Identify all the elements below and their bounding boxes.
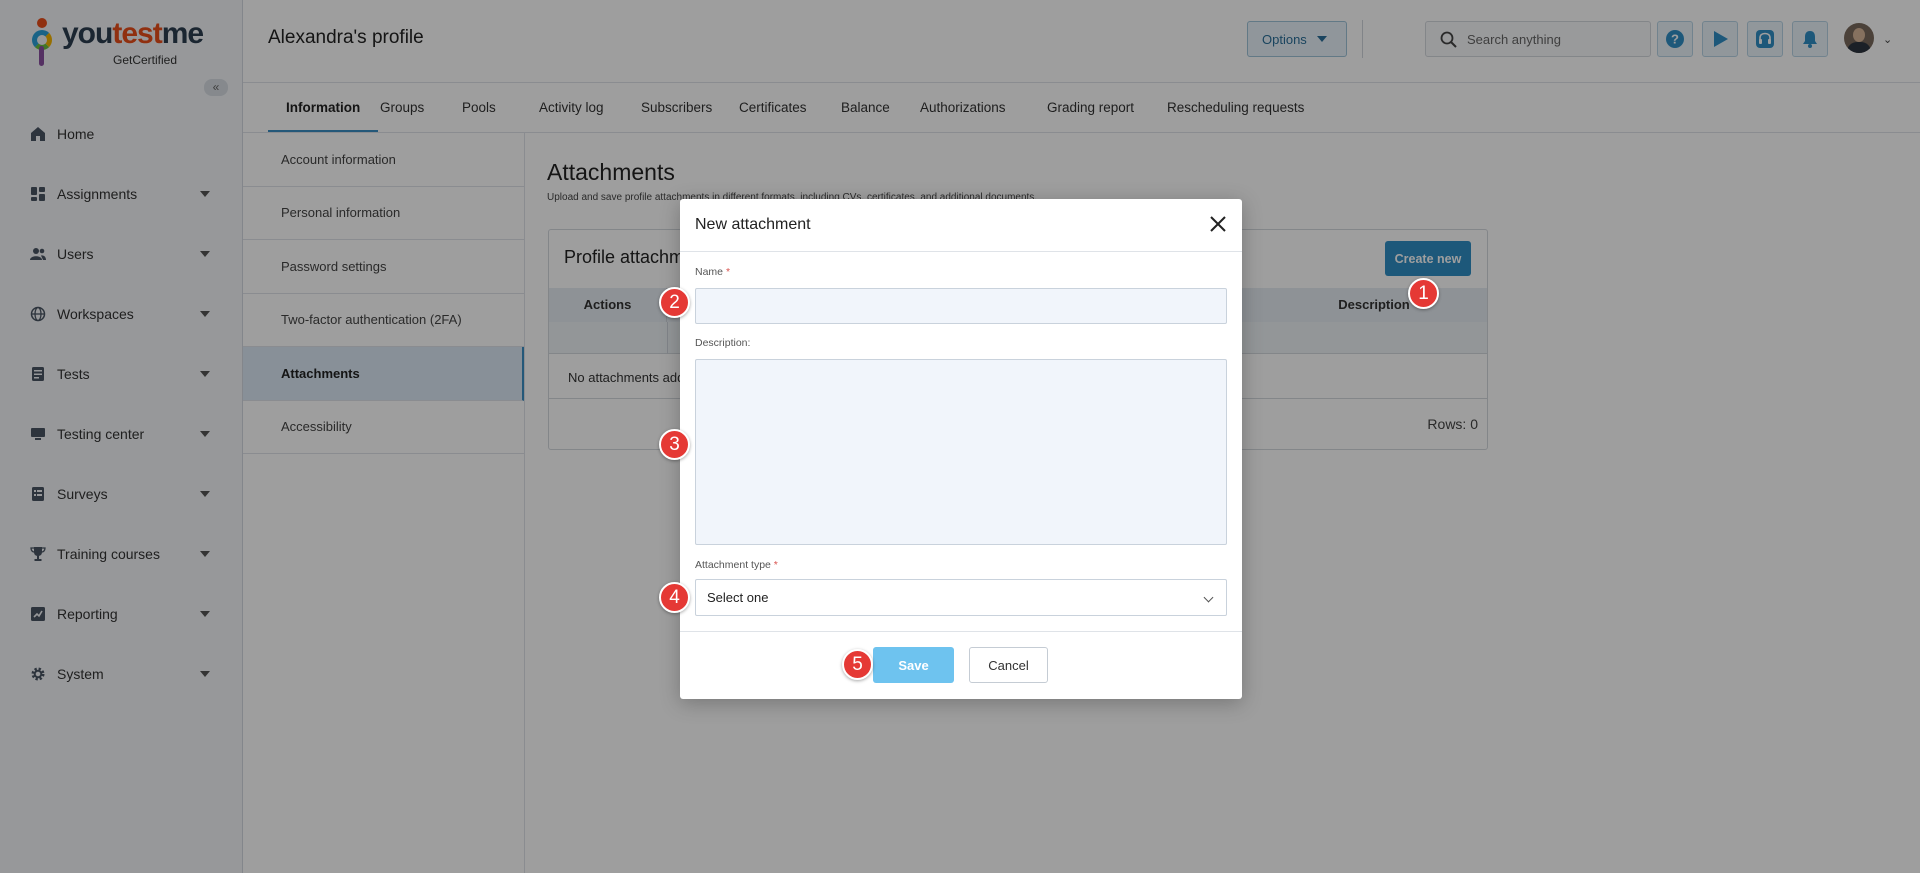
description-label: Description: (695, 337, 751, 349)
name-label: Name * (695, 266, 731, 278)
step-badge-4: 4 (659, 582, 690, 613)
name-field[interactable] (695, 288, 1227, 324)
step-badge-3: 3 (659, 429, 690, 460)
step-badge-1: 1 (1408, 278, 1439, 309)
save-button[interactable]: Save (873, 647, 954, 683)
step-badge-5: 5 (842, 649, 873, 680)
dialog-header: New attachment (680, 199, 1242, 252)
dialog-footer: Save Cancel (680, 631, 1242, 699)
step-badge-2: 2 (659, 287, 690, 318)
attachment-type-value: Select one (707, 590, 769, 605)
cancel-button[interactable]: Cancel (969, 647, 1048, 683)
new-attachment-dialog: New attachment Name * Description: Attac… (680, 199, 1242, 699)
chevron-down-icon (1203, 592, 1214, 603)
attachment-type-select[interactable]: Select one (695, 579, 1227, 616)
attachment-type-label: Attachment type * (695, 559, 778, 571)
close-icon[interactable] (1208, 214, 1228, 234)
dialog-title: New attachment (695, 216, 811, 233)
description-field[interactable] (695, 359, 1227, 545)
